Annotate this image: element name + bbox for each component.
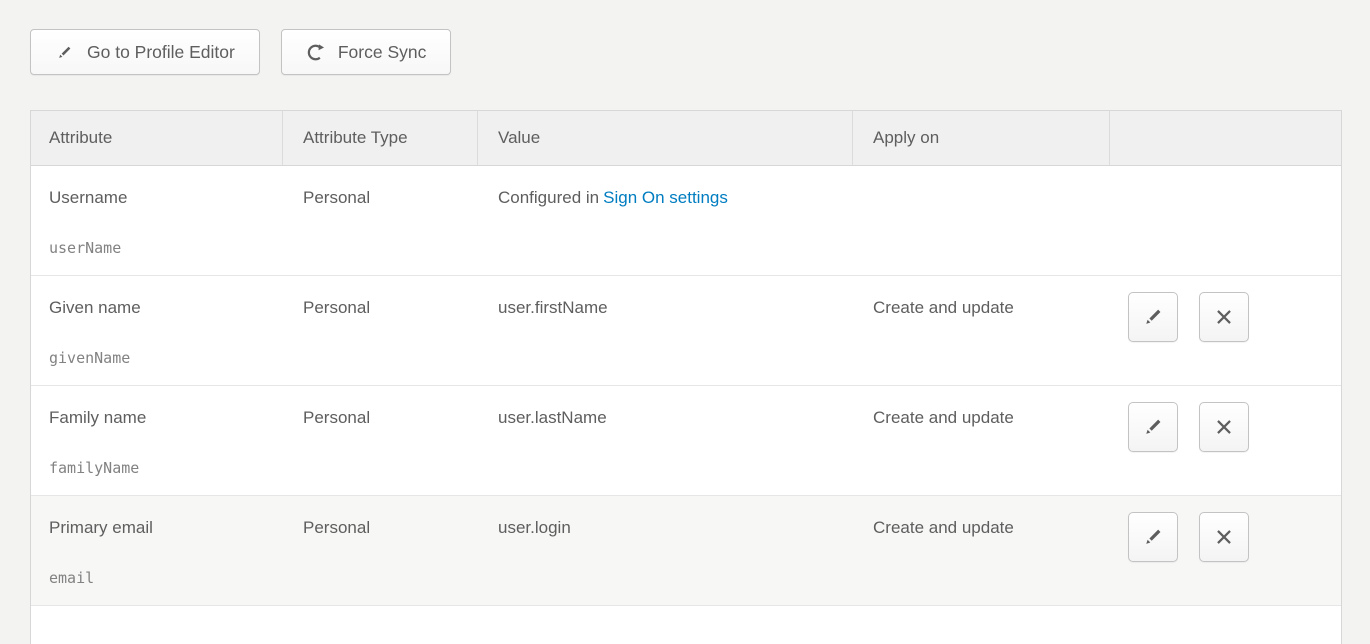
attribute-label: Username bbox=[49, 186, 263, 210]
value-cell: user.firstName bbox=[478, 276, 853, 385]
table-row-username: Username userName Personal Configured in… bbox=[31, 166, 1341, 276]
apply-on-cell bbox=[853, 166, 1110, 275]
toolbar: Go to Profile Editor Force Sync bbox=[30, 29, 451, 75]
apply-on-cell: Create and update bbox=[853, 496, 1110, 605]
attribute-variable-name: familyName bbox=[49, 456, 263, 480]
actions-cell bbox=[1110, 496, 1341, 605]
pencil-icon bbox=[1141, 525, 1165, 549]
pencil-icon bbox=[1141, 415, 1165, 439]
col-header-attribute-type: Attribute Type bbox=[283, 111, 478, 165]
go-to-profile-editor-button[interactable]: Go to Profile Editor bbox=[30, 29, 260, 75]
attribute-label: Primary email bbox=[49, 516, 263, 540]
attribute-variable-name: givenName bbox=[49, 346, 263, 370]
col-header-actions bbox=[1110, 111, 1341, 165]
edit-attribute-button[interactable] bbox=[1128, 402, 1178, 452]
col-header-value: Value bbox=[478, 111, 853, 165]
table-row-family-name: Family name familyName Personal user.las… bbox=[31, 386, 1341, 496]
delete-attribute-button[interactable] bbox=[1199, 402, 1249, 452]
attribute-type-cell: Personal bbox=[283, 386, 478, 495]
table-row-partial bbox=[31, 606, 1341, 644]
force-sync-label: Force Sync bbox=[338, 42, 427, 63]
attribute-type-cell: Personal bbox=[283, 496, 478, 605]
delete-attribute-button[interactable] bbox=[1199, 292, 1249, 342]
refresh-icon bbox=[306, 43, 325, 62]
apply-on-cell: Create and update bbox=[853, 276, 1110, 385]
attribute-label: Family name bbox=[49, 406, 263, 430]
go-to-profile-editor-label: Go to Profile Editor bbox=[87, 42, 235, 63]
edit-attribute-button[interactable] bbox=[1128, 292, 1178, 342]
sign-on-settings-link[interactable]: Sign On settings bbox=[603, 188, 728, 207]
delete-attribute-button[interactable] bbox=[1199, 512, 1249, 562]
attribute-variable-name: email bbox=[49, 566, 263, 590]
attribute-cell: Username userName bbox=[31, 166, 283, 275]
attribute-variable-name: userName bbox=[49, 236, 263, 260]
attribute-type-cell: Personal bbox=[283, 276, 478, 385]
pencil-icon bbox=[55, 43, 74, 62]
attribute-cell: Primary email email bbox=[31, 496, 283, 605]
edit-attribute-button[interactable] bbox=[1128, 512, 1178, 562]
pencil-icon bbox=[1141, 305, 1165, 329]
attribute-mappings-table: Attribute Attribute Type Value Apply on … bbox=[30, 110, 1342, 644]
close-icon bbox=[1213, 306, 1235, 328]
table-row-primary-email: Primary email email Personal user.login … bbox=[31, 496, 1341, 606]
actions-cell bbox=[1110, 276, 1341, 385]
value-cell: user.lastName bbox=[478, 386, 853, 495]
attribute-cell: Given name givenName bbox=[31, 276, 283, 385]
attribute-type-cell: Personal bbox=[283, 166, 478, 275]
attribute-label: Given name bbox=[49, 296, 263, 320]
actions-cell bbox=[1110, 386, 1341, 495]
table-header-row: Attribute Attribute Type Value Apply on bbox=[31, 111, 1341, 166]
value-text: Configured in bbox=[498, 188, 599, 207]
col-header-attribute: Attribute bbox=[31, 111, 283, 165]
col-header-apply-on: Apply on bbox=[853, 111, 1110, 165]
force-sync-button[interactable]: Force Sync bbox=[281, 29, 452, 75]
actions-cell-empty bbox=[1110, 166, 1341, 275]
value-cell: Configured inSign On settings bbox=[478, 166, 853, 275]
close-icon bbox=[1213, 416, 1235, 438]
table-row-given-name: Given name givenName Personal user.first… bbox=[31, 276, 1341, 386]
apply-on-cell: Create and update bbox=[853, 386, 1110, 495]
close-icon bbox=[1213, 526, 1235, 548]
value-cell: user.login bbox=[478, 496, 853, 605]
attribute-cell: Family name familyName bbox=[31, 386, 283, 495]
